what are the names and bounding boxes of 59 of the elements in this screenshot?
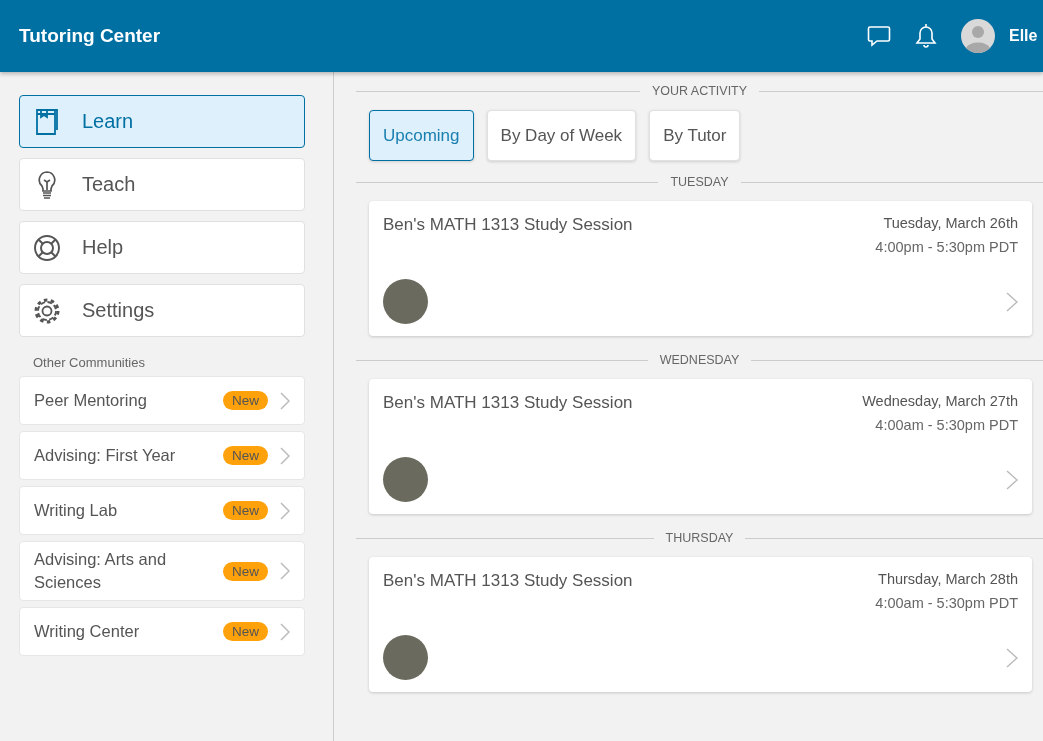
chevron-right-icon (280, 446, 290, 465)
session-time: 4:00am - 5:30pm PDT (875, 417, 1018, 433)
chevron-right-icon (280, 391, 290, 410)
day-heading: WEDNESDAY (659, 353, 740, 367)
chevron-right-icon (1006, 469, 1018, 490)
nav-item[interactable]: Settings (19, 284, 305, 337)
photo-placeholder (383, 279, 428, 324)
chevron-right-icon (1006, 647, 1018, 668)
community-item[interactable]: Advising: First Year New (19, 431, 305, 480)
session-time: 4:00pm - 5:30pm PDT (875, 239, 1018, 255)
new-badge: New (223, 622, 268, 642)
new-badge: New (223, 391, 268, 410)
session-card[interactable]: Ben's MATH 1313 Study Session Thursday, March 28th 4:00am - 5:30pm PDT (369, 557, 1032, 692)
filter-tab[interactable]: By Tutor (649, 110, 741, 161)
session-card[interactable]: Ben's MATH 1313 Study Session Wednesday, March 27th 4:00am - 5:30pm PDT (369, 379, 1032, 514)
photo-placeholder (383, 635, 428, 680)
nav-item[interactable]: Learn (19, 95, 305, 148)
new-badge: New (223, 446, 268, 465)
community-name: Advising: First Year (34, 444, 177, 466)
lightbulb-icon (37, 169, 57, 200)
community-name: Advising: Arts and Sciences (34, 549, 168, 594)
community-item[interactable]: Peer Mentoring New (19, 376, 305, 425)
user-name[interactable]: Elle (1009, 27, 1043, 45)
chevron-right-icon (1006, 291, 1018, 312)
session-title: Ben's MATH 1313 Study Session (383, 393, 633, 413)
community-name: Writing Center (34, 621, 141, 643)
chevron-right-icon (280, 622, 290, 641)
community-item[interactable]: Writing Lab New (19, 486, 305, 535)
chevron-right-icon (280, 562, 290, 581)
community-name: Writing Lab (34, 499, 119, 521)
session-time: 4:00am - 5:30pm PDT (875, 595, 1018, 611)
nav-item[interactable]: Teach (19, 158, 305, 211)
community-name: Peer Mentoring (34, 389, 148, 411)
section-heading: YOUR ACTIVITY (651, 84, 748, 98)
notification-bell-icon[interactable] (915, 23, 937, 49)
day-heading: THURSDAY (665, 531, 734, 545)
new-badge: New (223, 501, 268, 520)
filter-tab[interactable]: By Day of Week (486, 110, 637, 161)
session-date: Tuesday, March 26th (883, 215, 1018, 231)
community-item[interactable]: Writing Center New (19, 607, 305, 657)
session-card[interactable]: Ben's MATH 1313 Study Session Tuesday, March 26th 4:00pm - 5:30pm PDT (369, 201, 1032, 336)
user-avatar-icon[interactable] (961, 19, 995, 53)
day-heading: TUESDAY (670, 175, 729, 189)
chat-icon[interactable] (867, 25, 891, 47)
community-item[interactable]: Advising: Arts and Sciences New (19, 541, 305, 602)
photo-placeholder (383, 457, 428, 502)
app-title: Tutoring Center (19, 25, 161, 47)
session-title: Ben's MATH 1313 Study Session (383, 215, 633, 235)
session-date: Thursday, March 28th (878, 571, 1018, 587)
book-icon (34, 107, 60, 136)
lifebuoy-icon (33, 233, 61, 262)
new-badge: New (223, 561, 268, 581)
session-date: Wednesday, March 27th (862, 393, 1018, 409)
section-heading: Other Communities (32, 354, 146, 370)
chevron-right-icon (280, 501, 290, 520)
settings-icon (33, 296, 61, 325)
session-title: Ben's MATH 1313 Study Session (383, 571, 633, 591)
nav-item[interactable]: Help (19, 221, 305, 274)
filter-tab[interactable]: Upcoming (369, 110, 474, 161)
